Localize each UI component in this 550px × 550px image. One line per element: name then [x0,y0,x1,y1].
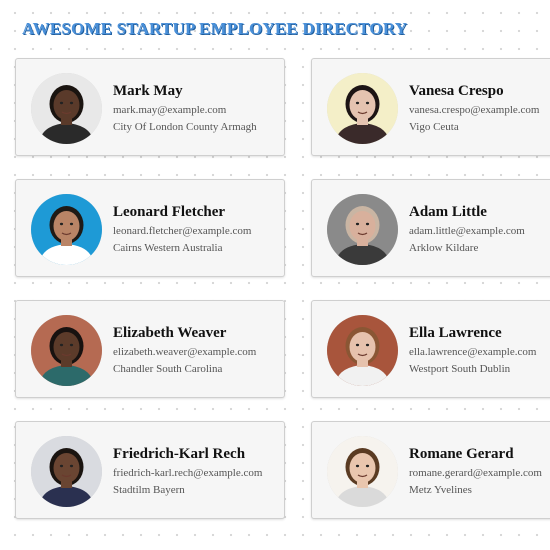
employee-name: Elizabeth Weaver [113,325,227,341]
employee-info: Vanesa Crespo vanesa.crespo@example.com Vi… [409,82,539,134]
avatar-photo-icon [327,73,398,144]
employee-info: Ella Lawrence ella.lawrence@example.com We… [409,324,536,376]
employee-card[interactable]: Friedrich-Karl Rech friedrich-karl.rech@e… [15,421,285,519]
employee-name: Friedrich-Karl Rech [113,446,246,462]
employee-card[interactable]: Adam Little adam.little@example.com Arklow… [311,179,550,277]
employee-location: Metz Yvelines [409,484,472,496]
avatar-photo-icon [31,73,102,144]
employee-email: mark.may@example.com [113,104,227,116]
page-title: AWESOME STARTUP EMPLOYEE DIRECTORY [22,19,408,38]
employee-card[interactable]: Ella Lawrence ella.lawrence@example.com We… [311,300,550,398]
avatar [327,436,398,507]
employee-name: Ella Lawrence [409,325,502,341]
employee-card[interactable]: Romane Gerard romane.gerard@example.com Me… [311,421,550,519]
avatar [327,73,398,144]
employee-location: Westport South Dublin [409,363,511,375]
employee-info: Romane Gerard romane.gerard@example.com Me… [409,445,542,497]
employee-info: Elizabeth Weaver elizabeth.weaver@example… [113,324,256,376]
avatar-photo-icon [31,436,102,507]
avatar [31,315,102,386]
employee-name: Romane Gerard [409,446,514,462]
avatar-photo-icon [327,194,398,265]
employee-name: Adam Little [409,204,487,220]
employee-email: ella.lawrence@example.com [409,346,537,358]
employee-location: Cairns Western Australia [113,242,223,254]
avatar [327,194,398,265]
avatar-photo-icon [327,436,398,507]
employee-name: Mark May [113,83,183,99]
employee-card[interactable]: Elizabeth Weaver elizabeth.weaver@example… [15,300,285,398]
employee-location: City Of London County Armagh [113,121,257,133]
employee-email: elizabeth.weaver@example.com [113,346,257,358]
employee-email: friedrich-karl.rech@example.com [113,467,263,479]
avatar-photo-icon [31,315,102,386]
employee-info: Leonard Fletcher leonard.fletcher@example… [113,203,251,255]
employee-name: Vanesa Crespo [409,83,504,99]
employee-location: Chandler South Carolina [113,363,223,375]
employee-email: romane.gerard@example.com [409,467,542,479]
avatar [31,194,102,265]
employee-email: vanesa.crespo@example.com [409,104,540,116]
employee-location: Arklow Kildare [409,242,479,254]
employee-info: Friedrich-Karl Rech friedrich-karl.rech@e… [113,445,262,497]
employee-name: Leonard Fletcher [113,204,226,220]
employee-location: Stadtilm Bayern [113,484,185,496]
avatar [31,73,102,144]
employee-card[interactable]: Leonard Fletcher leonard.fletcher@example… [15,179,285,277]
avatar-photo-icon [327,315,398,386]
employee-email: adam.little@example.com [409,225,525,237]
employee-info: Adam Little adam.little@example.com Arklow… [409,203,525,255]
avatar [31,436,102,507]
employee-location: Vigo Ceuta [409,121,459,133]
employee-info: Mark May mark.may@example.com City Of Lond… [113,82,257,134]
avatar [327,315,398,386]
employee-card[interactable]: Mark May mark.may@example.com City Of Lond… [15,58,285,156]
employee-card[interactable]: Vanesa Crespo vanesa.crespo@example.com Vi… [311,58,550,156]
avatar-photo-icon [31,194,102,265]
employee-email: leonard.fletcher@example.com [113,225,252,237]
